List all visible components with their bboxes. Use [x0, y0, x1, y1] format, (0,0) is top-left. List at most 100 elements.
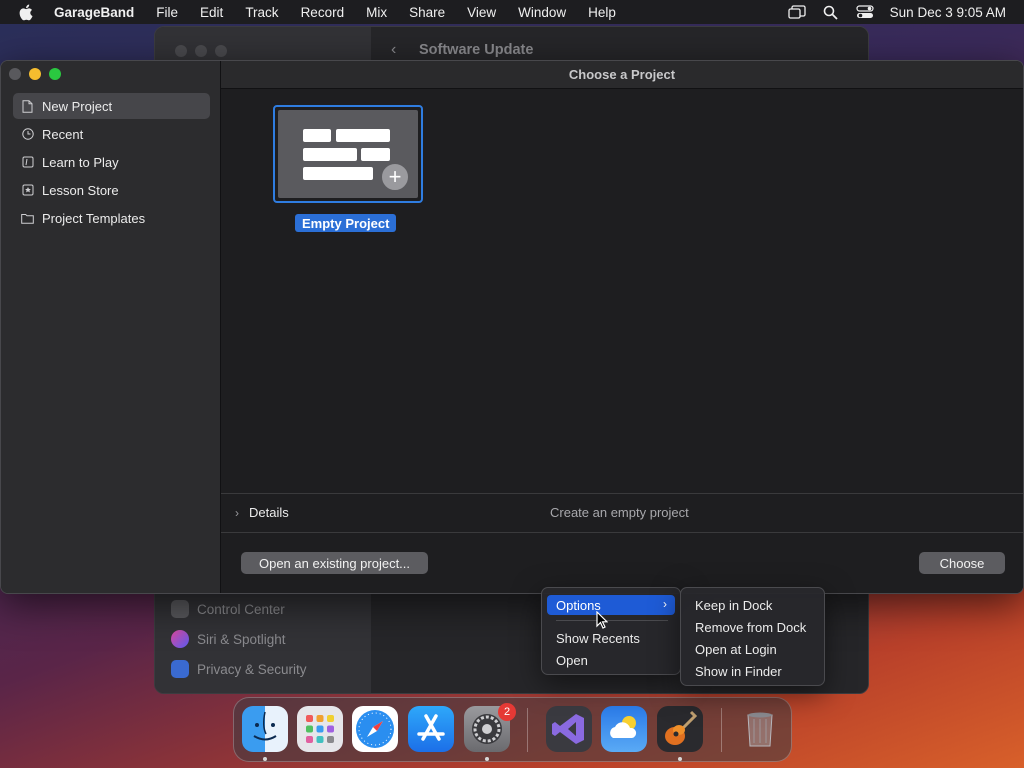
- details-disclosure[interactable]: › Details: [235, 505, 289, 520]
- sidebar-item-project-templates[interactable]: Project Templates: [13, 205, 210, 231]
- dock-divider: [527, 708, 528, 752]
- running-indicator: [263, 757, 267, 761]
- settings-zoom-button[interactable]: [215, 45, 227, 57]
- menu-track[interactable]: Track: [245, 5, 278, 20]
- menu-item-remove-from-dock[interactable]: Remove from Dock: [686, 617, 819, 637]
- hand-icon: [171, 660, 189, 678]
- dock-divider: [721, 708, 722, 752]
- thumbnail-block: [303, 148, 357, 161]
- menu-item-keep-in-dock[interactable]: Keep in Dock: [686, 595, 819, 615]
- running-indicator: [485, 757, 489, 761]
- window-title: Choose a Project: [221, 61, 1023, 89]
- apple-menu-icon[interactable]: [18, 4, 38, 21]
- menu-item-label: Show in Finder: [695, 663, 782, 679]
- close-button[interactable]: [9, 68, 21, 80]
- sidebar-item-label: New Project: [42, 98, 113, 114]
- menu-item-label: Options: [556, 597, 601, 613]
- trash-icon[interactable]: [737, 706, 783, 752]
- empty-project-thumbnail: +: [278, 110, 418, 198]
- menu-help[interactable]: Help: [588, 5, 616, 20]
- settings-item-control-center[interactable]: Control Center: [171, 598, 285, 620]
- menu-bar-clock[interactable]: Sun Dec 3 9:05 AM: [890, 5, 1006, 20]
- menu-mix[interactable]: Mix: [366, 5, 387, 20]
- minimize-button[interactable]: [29, 68, 41, 80]
- menu-file[interactable]: File: [156, 5, 178, 20]
- back-chevron-icon[interactable]: ‹: [391, 41, 396, 59]
- menu-item-label: Remove from Dock: [695, 619, 807, 635]
- menu-item-open[interactable]: Open: [547, 650, 675, 670]
- menu-app-name[interactable]: GarageBand: [54, 5, 134, 20]
- open-existing-project-button[interactable]: Open an existing project...: [241, 552, 428, 574]
- launchpad-icon[interactable]: [297, 706, 343, 752]
- sidebar-item-recent[interactable]: Recent: [13, 121, 210, 147]
- visual-studio-icon[interactable]: [546, 706, 592, 752]
- choose-button[interactable]: Choose: [919, 552, 1005, 574]
- control-center-icon: [171, 600, 189, 618]
- menu-record[interactable]: Record: [301, 5, 345, 20]
- project-chooser-sidebar: New Project Recent Learn to Play Lesson …: [1, 61, 221, 593]
- menu-item-label: Open at Login: [695, 641, 777, 657]
- app-store-icon[interactable]: [408, 706, 454, 752]
- sidebar-item-label: Learn to Play: [42, 154, 119, 170]
- sidebar-item-lesson-store[interactable]: Lesson Store: [13, 177, 210, 203]
- settings-close-button[interactable]: [175, 45, 187, 57]
- settings-item-label: Siri & Spotlight: [197, 631, 286, 647]
- settings-item-siri-spotlight[interactable]: Siri & Spotlight: [171, 628, 286, 650]
- settings-window-controls: [175, 45, 227, 57]
- project-description: Create an empty project: [550, 505, 689, 520]
- empty-project-tile[interactable]: +: [273, 105, 423, 203]
- control-center-icon[interactable]: [856, 4, 874, 20]
- menu-item-label: Keep in Dock: [695, 597, 773, 613]
- folder-icon: [21, 212, 34, 225]
- details-bar: › Details Create an empty project: [221, 493, 1023, 533]
- weather-icon[interactable]: [601, 706, 647, 752]
- sidebar-item-label: Recent: [42, 126, 84, 142]
- sidebar-item-label: Lesson Store: [42, 182, 119, 198]
- settings-item-label: Control Center: [197, 601, 285, 617]
- menu-edit[interactable]: Edit: [200, 5, 223, 20]
- clock-icon: [21, 128, 34, 141]
- menu-window[interactable]: Window: [518, 5, 566, 20]
- star-icon: [21, 184, 34, 197]
- project-chooser-window: New Project Recent Learn to Play Lesson …: [0, 60, 1024, 594]
- menu-item-label: Open: [556, 652, 588, 668]
- window-controls: [9, 68, 61, 80]
- menu-item-show-recents[interactable]: Show Recents: [547, 628, 675, 648]
- dock-context-menu: Options › Show Recents Open: [541, 587, 681, 675]
- menu-view[interactable]: View: [467, 5, 496, 20]
- garageband-icon[interactable]: [657, 706, 703, 752]
- spotlight-search-icon[interactable]: [822, 4, 840, 20]
- mouse-pointer-icon: [596, 610, 609, 634]
- menu-item-options[interactable]: Options ›: [547, 595, 675, 615]
- thumbnail-block: [303, 167, 373, 180]
- add-plus-icon: +: [380, 162, 410, 192]
- menu-separator: [556, 620, 668, 621]
- document-icon: [21, 99, 34, 113]
- notification-badge: 2: [498, 703, 516, 721]
- siri-icon: [171, 630, 189, 648]
- details-label: Details: [249, 505, 289, 520]
- settings-minimize-button[interactable]: [195, 45, 207, 57]
- menu-bar: GarageBand File Edit Track Record Mix Sh…: [0, 0, 1024, 24]
- settings-item-privacy-security[interactable]: Privacy & Security: [171, 658, 307, 680]
- menu-item-show-in-finder[interactable]: Show in Finder: [686, 661, 819, 681]
- sidebar-item-learn-to-play[interactable]: Learn to Play: [13, 149, 210, 175]
- settings-item-label: Privacy & Security: [197, 661, 307, 677]
- thumbnail-block: [303, 129, 331, 142]
- submenu-arrow-icon: ›: [663, 597, 667, 611]
- finder-icon[interactable]: [242, 706, 288, 752]
- safari-icon[interactable]: [352, 706, 398, 752]
- settings-pane-title: Software Update: [419, 42, 534, 58]
- menu-share[interactable]: Share: [409, 5, 445, 20]
- empty-project-label[interactable]: Empty Project: [295, 214, 397, 232]
- sidebar-item-new-project[interactable]: New Project: [13, 93, 210, 119]
- screen-mirroring-icon[interactable]: [788, 4, 806, 20]
- sidebar-item-label: Project Templates: [42, 210, 146, 226]
- project-chooser-main: Choose a Project + Empty Project › Detai…: [221, 61, 1023, 593]
- thumbnail-block: [336, 129, 390, 142]
- menu-item-open-at-login[interactable]: Open at Login: [686, 639, 819, 659]
- options-submenu: Keep in Dock Remove from Dock Open at Lo…: [680, 587, 825, 686]
- learn-icon: [21, 156, 34, 169]
- chevron-right-icon: ›: [235, 505, 239, 520]
- zoom-button[interactable]: [49, 68, 61, 80]
